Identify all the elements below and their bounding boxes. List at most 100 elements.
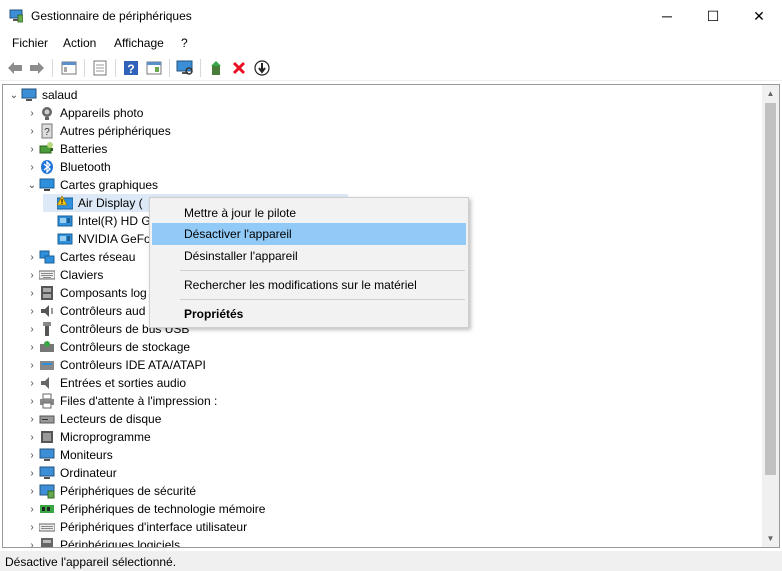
chevron-down-icon[interactable]: ⌄ <box>7 90 21 101</box>
menu-affichage[interactable]: Affichage <box>114 36 164 50</box>
tree-category-item[interactable]: › Files d'attente à l'impression : <box>25 392 217 410</box>
help-button[interactable]: ? <box>121 58 141 78</box>
tree-category-item[interactable]: › Appareils photo <box>25 104 143 122</box>
window-title: Gestionnaire de périphériques <box>31 9 192 23</box>
chevron-right-icon[interactable]: › <box>25 126 39 137</box>
close-button[interactable]: ✕ <box>736 0 782 32</box>
action-pane-icon <box>146 61 162 75</box>
toolbar-separator <box>200 59 201 77</box>
scan-hardware-button[interactable] <box>175 58 195 78</box>
x-mark-icon <box>232 61 246 75</box>
tree-category-item[interactable]: › Périphériques logiciels <box>25 536 180 548</box>
menu-item-properties[interactable]: Propriétés <box>152 303 466 325</box>
tree-category-item[interactable]: › Contrôleurs de stockage <box>25 338 190 356</box>
chevron-right-icon[interactable]: › <box>25 540 39 548</box>
tree-category-item[interactable]: › Ordinateur <box>25 464 116 482</box>
chevron-down-icon[interactable]: ⌄ <box>25 180 39 191</box>
chevron-right-icon[interactable]: › <box>25 270 39 281</box>
chevron-right-icon[interactable]: › <box>25 342 39 353</box>
software-device-icon <box>39 537 55 547</box>
maximize-icon: ☐ <box>706 7 720 24</box>
chevron-right-icon[interactable]: › <box>25 486 39 497</box>
tree-item-label: Microprogramme <box>60 430 151 444</box>
menu-fichier[interactable]: Fichier <box>12 36 48 50</box>
tree-category-item[interactable]: › Contrôleurs IDE ATA/ATAPI <box>25 356 206 374</box>
tree-category-item[interactable]: › Lecteurs de disque <box>25 410 161 428</box>
chevron-right-icon[interactable]: › <box>25 108 39 119</box>
svg-text:?: ? <box>44 127 50 138</box>
action-pane-button[interactable] <box>144 58 164 78</box>
chevron-right-icon[interactable]: › <box>25 144 39 155</box>
tree-item-label: Autres périphériques <box>60 124 171 138</box>
vertical-scrollbar[interactable]: ▲ ▼ <box>762 85 779 547</box>
properties-button[interactable] <box>90 58 110 78</box>
tree-child-item[interactable]: Intel(R) HD G <box>43 212 151 230</box>
forward-button[interactable] <box>27 58 47 78</box>
tree-item-label: Intel(R) HD G <box>78 214 151 228</box>
tree-item-label: Composants log <box>60 286 147 300</box>
chevron-right-icon[interactable]: › <box>25 288 39 299</box>
tree-category-item[interactable]: › Microprogramme <box>25 428 151 446</box>
chevron-right-icon[interactable]: › <box>25 450 39 461</box>
tree-category-item[interactable]: › Claviers <box>25 266 103 284</box>
chevron-right-icon[interactable]: › <box>25 378 39 389</box>
tree-category-item[interactable]: › Périphériques d'interface utilisateur <box>25 518 247 536</box>
tree-root-computer[interactable]: ⌄ salaud <box>7 86 78 104</box>
update-driver-icon <box>211 61 221 75</box>
minimize-button[interactable]: ─ <box>644 0 690 32</box>
printer-icon <box>39 393 55 409</box>
ide-icon <box>39 357 55 373</box>
chevron-right-icon[interactable]: › <box>25 324 39 335</box>
uninstall-device-button[interactable] <box>229 58 249 78</box>
hid-icon <box>38 519 56 535</box>
chevron-right-icon[interactable]: › <box>25 252 39 263</box>
title-bar: Gestionnaire de périphériques ─ ☐ ✕ <box>0 0 782 32</box>
menu-help[interactable]: ? <box>181 36 188 50</box>
toolbar: ? <box>0 55 782 81</box>
chevron-right-icon[interactable]: › <box>25 414 39 425</box>
tree-category-item[interactable]: › Contrôleurs aud <box>25 302 145 320</box>
chevron-right-icon[interactable]: › <box>25 360 39 371</box>
scroll-down-icon[interactable]: ▼ <box>762 530 779 547</box>
menu-item-update-driver[interactable]: Mettre à jour le pilote <box>152 202 466 224</box>
tree-category-item[interactable]: › Périphériques de technologie mémoire <box>25 500 265 518</box>
tree-category-item[interactable]: › Entrées et sorties audio <box>25 374 186 392</box>
tree-category-item[interactable]: ›? Autres périphériques <box>25 122 171 140</box>
disable-device-button[interactable] <box>252 58 272 78</box>
chevron-right-icon[interactable]: › <box>25 306 39 317</box>
tree-item-label: Cartes graphiques <box>60 178 159 192</box>
tree-category-item[interactable]: ⌄ Cartes graphiques <box>25 176 158 194</box>
maximize-button[interactable]: ☐ <box>690 0 736 32</box>
tree-category-item[interactable]: › Composants log <box>25 284 147 302</box>
tree-category-item[interactable]: › Périphériques de sécurité <box>25 482 196 500</box>
monitor-icon <box>39 447 55 463</box>
chevron-right-icon[interactable]: › <box>25 522 39 533</box>
tree-category-item[interactable]: › Cartes réseau <box>25 248 135 266</box>
menu-action[interactable]: Action <box>63 36 96 50</box>
tree-category-item[interactable]: › Batteries <box>25 140 107 158</box>
chevron-right-icon[interactable]: › <box>25 468 39 479</box>
tree-child-item[interactable]: NVIDIA GeFo <box>43 230 151 248</box>
chevron-right-icon[interactable]: › <box>25 162 39 173</box>
scroll-up-icon[interactable]: ▲ <box>762 85 779 102</box>
menu-item-scan-hardware[interactable]: Rechercher les modifications sur le maté… <box>152 274 466 296</box>
tree-item-label: Claviers <box>60 268 104 282</box>
chevron-right-icon[interactable]: › <box>25 396 39 407</box>
scroll-thumb[interactable] <box>765 103 776 475</box>
tree-category-item[interactable]: › Bluetooth <box>25 158 111 176</box>
menu-item-disable-device[interactable]: Désactiver l'appareil <box>152 223 466 245</box>
tree-item-label: Lecteurs de disque <box>60 412 162 426</box>
menu-item-uninstall-device[interactable]: Désinstaller l'appareil <box>152 245 466 267</box>
toolbar-separator <box>169 59 170 77</box>
update-driver-button[interactable] <box>206 58 226 78</box>
show-hide-console-tree-button[interactable] <box>59 58 79 78</box>
tree-item-label: Cartes réseau <box>60 250 136 264</box>
back-button[interactable] <box>5 58 25 78</box>
chevron-right-icon[interactable]: › <box>25 504 39 515</box>
close-icon: ✕ <box>753 7 765 24</box>
display-adapter-icon <box>39 177 55 193</box>
tree-category-item[interactable]: › Moniteurs <box>25 446 112 464</box>
gpu-icon <box>57 231 73 247</box>
toolbar-separator <box>115 59 116 77</box>
chevron-right-icon[interactable]: › <box>25 432 39 443</box>
